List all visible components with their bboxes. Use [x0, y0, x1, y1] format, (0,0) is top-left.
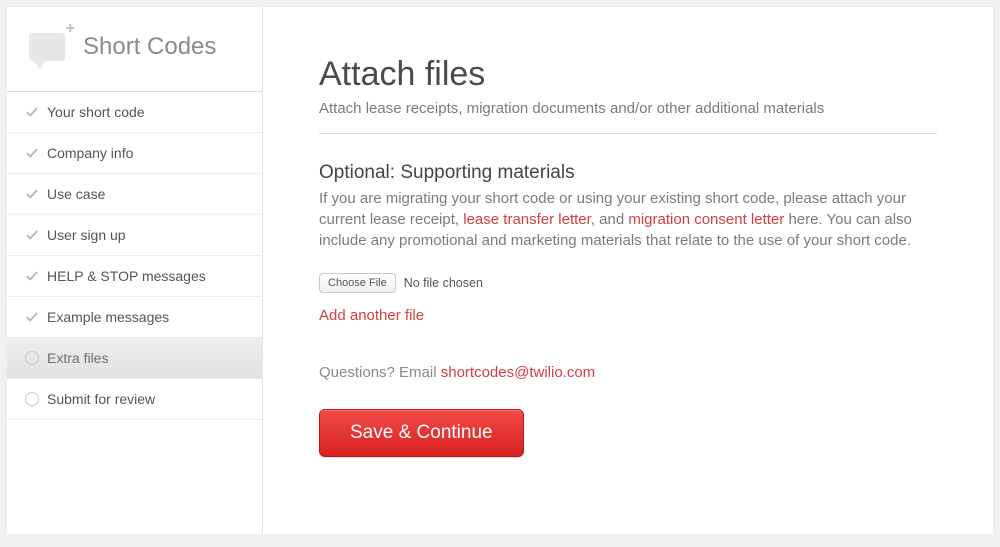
choose-file-button[interactable]: Choose File	[319, 273, 396, 293]
check-icon	[25, 228, 39, 242]
circle-icon	[25, 392, 39, 406]
sidebar-item-label: User sign up	[47, 227, 126, 243]
short-codes-logo-icon: +	[29, 25, 73, 69]
main-content: Attach files Attach lease receipts, migr…	[263, 7, 993, 534]
sidebar-item-your-short-code[interactable]: Your short code	[7, 92, 262, 133]
file-status: No file chosen	[404, 276, 483, 290]
check-icon	[25, 187, 39, 201]
sidebar-item-user-sign-up[interactable]: User sign up	[7, 215, 262, 256]
sidebar-item-extra-files[interactable]: Extra files	[7, 338, 262, 379]
sidebar-item-label: Extra files	[47, 350, 108, 366]
check-icon	[25, 269, 39, 283]
sidebar-item-label: Company info	[47, 145, 133, 161]
sidebar-item-label: HELP & STOP messages	[47, 268, 206, 284]
section-body: If you are migrating your short code or …	[319, 188, 937, 251]
sidebar-item-label: Example messages	[47, 309, 169, 325]
migration-consent-letter-link[interactable]: migration consent letter	[628, 211, 784, 228]
sidebar-item-example-messages[interactable]: Example messages	[7, 297, 262, 338]
circle-icon	[25, 351, 39, 365]
sidebar-item-company-info[interactable]: Company info	[7, 133, 262, 174]
questions-prefix: Questions? Email	[319, 364, 441, 381]
section-heading: Optional: Supporting materials	[319, 162, 937, 184]
sidebar: + Short Codes Your short code Company in…	[7, 7, 263, 534]
check-icon	[25, 146, 39, 160]
sidebar-header: + Short Codes	[7, 7, 262, 92]
sidebar-steps: Your short code Company info Use case Us…	[7, 92, 262, 420]
sidebar-item-label: Your short code	[47, 104, 145, 120]
sidebar-title: Short Codes	[83, 33, 216, 61]
support-email-link[interactable]: shortcodes@twilio.com	[441, 364, 595, 381]
add-another-file-link[interactable]: Add another file	[319, 307, 424, 324]
lease-transfer-letter-link[interactable]: lease transfer letter	[463, 211, 591, 228]
page-title: Attach files	[319, 55, 937, 94]
sidebar-item-use-case[interactable]: Use case	[7, 174, 262, 215]
sidebar-item-label: Submit for review	[47, 391, 155, 407]
page-subtitle: Attach lease receipts, migration documen…	[319, 100, 937, 117]
questions-line: Questions? Email shortcodes@twilio.com	[319, 364, 937, 381]
sidebar-item-help-stop-messages[interactable]: HELP & STOP messages	[7, 256, 262, 297]
body-text: , and	[591, 211, 629, 228]
check-icon	[25, 310, 39, 324]
save-continue-button[interactable]: Save & Continue	[319, 409, 524, 457]
file-input-row: Choose File No file chosen	[319, 273, 937, 293]
sidebar-item-submit-for-review[interactable]: Submit for review	[7, 379, 262, 420]
app-frame: + Short Codes Your short code Company in…	[6, 6, 994, 535]
sidebar-item-label: Use case	[47, 186, 105, 202]
divider	[319, 133, 937, 134]
check-icon	[25, 105, 39, 119]
